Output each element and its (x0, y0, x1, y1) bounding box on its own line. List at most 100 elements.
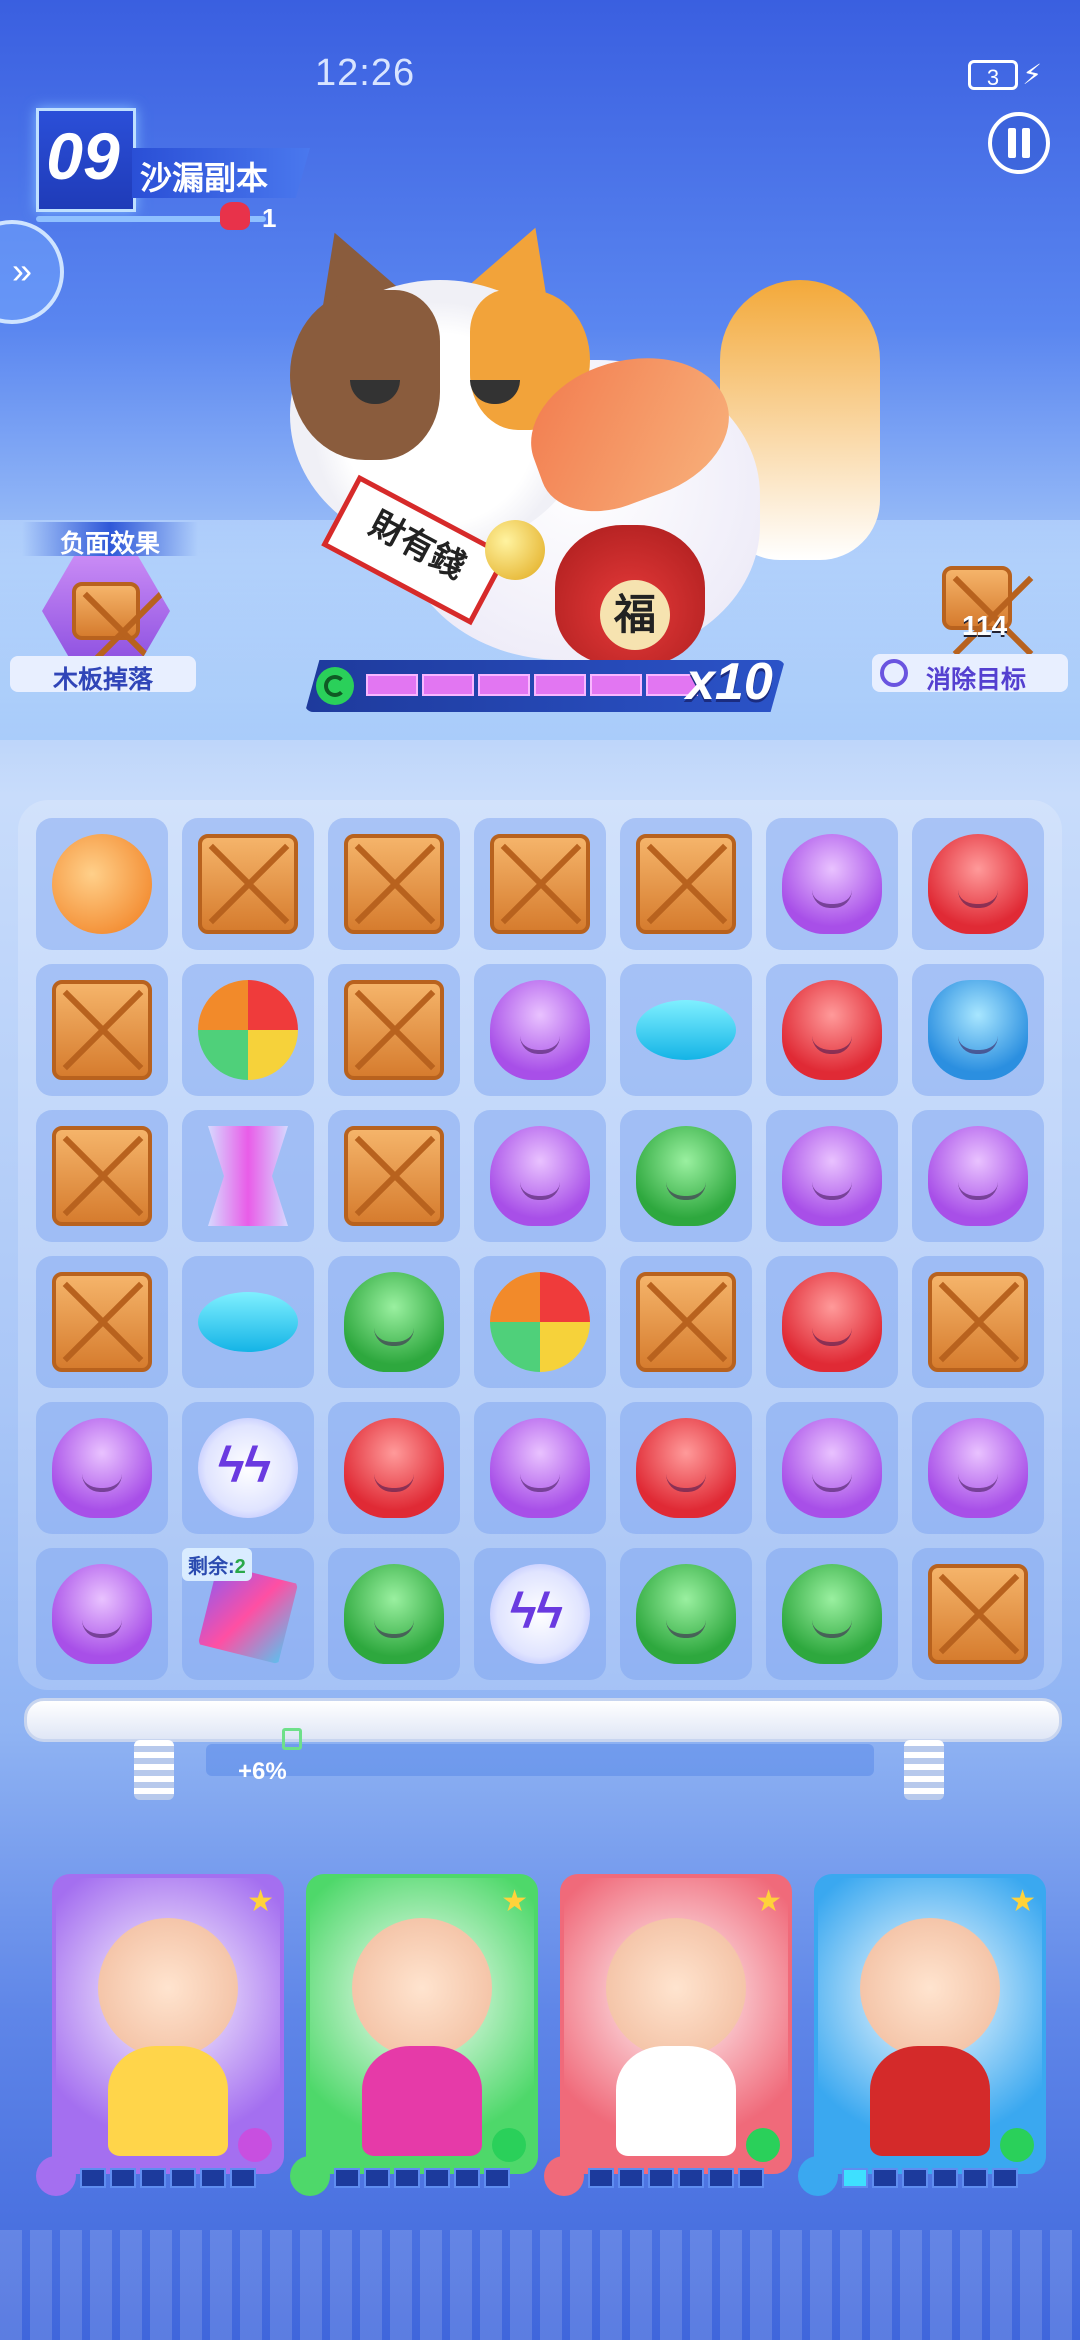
board-cell[interactable] (36, 1548, 168, 1680)
energy-segment (992, 2168, 1018, 2188)
match-board: 剩余:2 (18, 800, 1062, 1690)
board-cell[interactable] (620, 818, 752, 950)
green-piece (344, 1564, 444, 1664)
board-cell[interactable] (620, 964, 752, 1096)
piece-face (666, 1474, 706, 1492)
board-cell[interactable] (620, 1548, 752, 1680)
piece-face (82, 1620, 122, 1638)
hero-body (616, 2046, 736, 2156)
board-cell[interactable] (36, 964, 168, 1096)
board-cell[interactable] (766, 818, 898, 950)
board-cell[interactable] (328, 818, 460, 950)
hero-card-purple-genie[interactable]: ★ (52, 1874, 284, 2174)
board-cell[interactable] (328, 1548, 460, 1680)
battery-indicator: 3 (968, 60, 1018, 90)
board-cell[interactable] (912, 1548, 1044, 1680)
red-piece (636, 1418, 736, 1518)
board-tray (24, 1698, 1062, 1742)
board-cell[interactable] (328, 1110, 460, 1242)
board-cell[interactable] (474, 1256, 606, 1388)
board-cell[interactable] (766, 1256, 898, 1388)
blue-piece (928, 980, 1028, 1080)
swirl-icon (1000, 2128, 1034, 2162)
hero-card-redhair-girl[interactable]: ★ (560, 1874, 792, 2174)
board-cell[interactable] (474, 1402, 606, 1534)
piece-face (812, 1328, 852, 1346)
bomb-piece (52, 834, 152, 934)
goal-label: 消除目标 (926, 666, 1027, 694)
board-cell[interactable] (182, 1402, 314, 1534)
board-cell[interactable] (474, 818, 606, 950)
hero-card-opera-warrior[interactable]: ★ (814, 1874, 1046, 2174)
double-chevron-right-icon: » (12, 250, 33, 291)
crate-piece (928, 1272, 1028, 1372)
board-cell[interactable] (912, 818, 1044, 950)
energy-segment (842, 2168, 868, 2188)
energy-segment (230, 2168, 256, 2188)
boss-multiplier: x10 (686, 653, 773, 711)
pause-button[interactable] (988, 112, 1050, 174)
disc-piece (636, 1000, 736, 1060)
red-piece (782, 980, 882, 1080)
hero-avatar-icon (290, 2156, 330, 2196)
hero-body (108, 2046, 228, 2156)
board-cell[interactable] (182, 818, 314, 950)
energy-segment (424, 2168, 450, 2188)
board-cell[interactable] (912, 1402, 1044, 1534)
purple-piece (52, 1418, 152, 1518)
board-cell[interactable] (474, 1110, 606, 1242)
crate-piece (198, 834, 298, 934)
board-cell[interactable]: 剩余:2 (182, 1548, 314, 1680)
board-cell[interactable] (912, 964, 1044, 1096)
board-cell[interactable] (620, 1402, 752, 1534)
energy-segment (678, 2168, 704, 2188)
hero-card-maid-girl[interactable]: ★ (306, 1874, 538, 2174)
energy-marker-icon (282, 1728, 302, 1750)
board-cell[interactable] (182, 1256, 314, 1388)
energy-segment (170, 2168, 196, 2188)
board-cell[interactable] (474, 964, 606, 1096)
energy-segment (962, 2168, 988, 2188)
board-cell[interactable] (474, 1548, 606, 1680)
debuff-label: 负面效果 (59, 530, 160, 558)
hero-energy-bar (842, 2168, 1018, 2188)
board-cell[interactable] (328, 1256, 460, 1388)
energy-segment (648, 2168, 674, 2188)
lightning-icon (238, 2128, 272, 2162)
cat-patch-brown (290, 290, 440, 460)
side-menu-button[interactable]: » (0, 220, 64, 324)
crate-piece (636, 834, 736, 934)
board-cell[interactable] (328, 964, 460, 1096)
gold-bell (485, 520, 545, 580)
board-cell[interactable] (182, 964, 314, 1096)
board-cell[interactable] (36, 1256, 168, 1388)
energy-segment (738, 2168, 764, 2188)
board-cell[interactable] (36, 1110, 168, 1242)
board-cell[interactable] (912, 1256, 1044, 1388)
board-cell[interactable] (766, 1548, 898, 1680)
piece-face (374, 1620, 414, 1638)
purple-piece (490, 980, 590, 1080)
board-cell[interactable] (766, 964, 898, 1096)
green-piece (344, 1272, 444, 1372)
debuff-name: 木板掉落 (52, 666, 153, 694)
pause-icon (1008, 128, 1016, 158)
board-cell[interactable] (766, 1110, 898, 1242)
boss-health-segment (366, 674, 418, 696)
hero-avatar-icon (544, 2156, 584, 2196)
piece-face (520, 1474, 560, 1492)
crate-icon (72, 582, 140, 640)
charging-icon: ⚡ (1022, 59, 1042, 90)
board-cell[interactable] (36, 818, 168, 950)
board-cell[interactable] (912, 1110, 1044, 1242)
board-cell[interactable] (620, 1110, 752, 1242)
board-cell[interactable] (766, 1402, 898, 1534)
ball-piece (198, 980, 298, 1080)
purple-piece (928, 1418, 1028, 1518)
board-cell[interactable] (620, 1256, 752, 1388)
crate-piece (490, 834, 590, 934)
board-cell[interactable] (182, 1110, 314, 1242)
zap-piece (198, 1418, 298, 1518)
board-cell[interactable] (36, 1402, 168, 1534)
board-cell[interactable] (328, 1402, 460, 1534)
